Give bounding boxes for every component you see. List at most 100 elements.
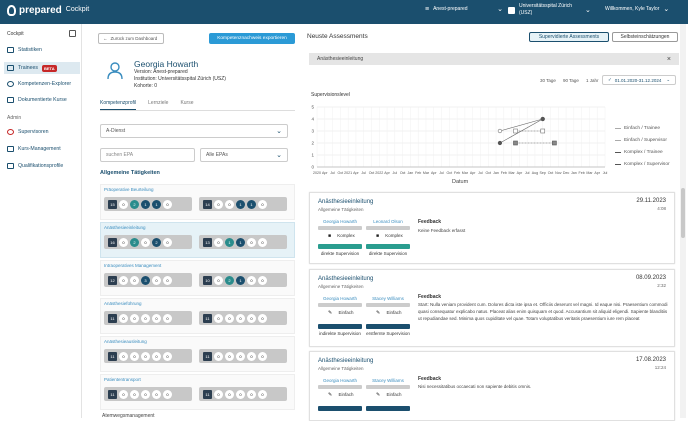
user-greeting: Willkommen, Kyle Taylor xyxy=(605,6,660,12)
data-point xyxy=(540,116,545,122)
range-1y[interactable]: 1 Jahr xyxy=(586,78,599,83)
collapse-sidebar-icon[interactable] xyxy=(69,30,76,37)
range-90[interactable]: 90 Tage xyxy=(563,78,579,83)
level-chip: 11 xyxy=(203,351,212,361)
epa-search-input[interactable]: suchen EPA xyxy=(100,148,195,162)
card-subtitle: Allgemeine Tätigkeiten xyxy=(318,366,364,371)
back-button[interactable]: ← Zurück zum Dashboard xyxy=(98,33,164,44)
sidebar-item-trainees[interactable]: Trainees BETA xyxy=(4,62,80,74)
legend-komplex-supervisor: Komplex / Supervisor xyxy=(615,162,670,167)
institution-selector[interactable]: Universitätsspital Zürich (USZ) ⌄ xyxy=(508,3,591,17)
sidebar-item-kurs-management[interactable]: Kurs-Management xyxy=(4,143,80,155)
epa-selected-field[interactable]: Anästhesieeinleitung × xyxy=(309,53,679,65)
level-bar xyxy=(366,324,410,329)
sidebar-item-label: Statistiken xyxy=(18,47,42,53)
level-chip: 0 xyxy=(163,313,172,323)
trainee-version: Version: Anest-prepared xyxy=(134,69,188,75)
level-chip: 2 xyxy=(152,237,161,247)
sidebar-item-label: Dokumentierte Kurse xyxy=(18,97,67,103)
skill-row[interactable]: Anästhesieausleitung 11 0 0 0 0 0 11 0 0 0 0 0 xyxy=(100,336,295,372)
feedback-title: Feedback xyxy=(418,219,442,225)
sidebar: Cockpit Statistiken Trainees BETA Kompet… xyxy=(0,24,82,418)
sidebar-item-qualifikationsprofile[interactable]: Qualifikationsprofile xyxy=(4,160,80,172)
tab-kompetenzprofil[interactable]: Kompetenzprofil xyxy=(100,100,137,110)
level-chip: 1 xyxy=(152,199,161,209)
scrollbar-thumb[interactable] xyxy=(681,188,685,238)
series-line xyxy=(499,118,543,132)
sidebar-item-kompetenzen[interactable]: Kompetenzen-Explorer xyxy=(4,78,80,90)
x-tick-label: Aug xyxy=(532,171,538,175)
tab-lernziele[interactable]: Lernziele xyxy=(148,100,168,110)
tab-kurse[interactable]: Kurse xyxy=(180,100,193,110)
x-tick-label: Mar xyxy=(423,171,430,175)
export-button[interactable]: Kompetenznachweis exportieren xyxy=(209,33,295,44)
level-chip: 15 xyxy=(108,199,117,209)
data-point xyxy=(540,128,546,134)
range-30[interactable]: 30 Tage xyxy=(540,78,556,83)
assessment-card[interactable]: Anästhesieeinleitung Allgemeine Tätigkeit… xyxy=(309,192,675,264)
y-tick-label: 5 xyxy=(311,105,314,110)
level-chip: 0 xyxy=(130,275,139,285)
skill-title: Intraoperatives Management xyxy=(104,263,162,268)
logo-icon xyxy=(7,5,16,16)
y-tick-label: 3 xyxy=(311,129,314,134)
trainee-kohorte: Kohorte: 0 xyxy=(134,83,158,89)
legend-komplex-trainee: Komplex / Trainee xyxy=(615,150,663,155)
chart-icon xyxy=(7,47,14,53)
date-range-button[interactable]: ✓ 01.01.2020-31.12.2024 ⌄ xyxy=(602,75,676,85)
x-tick-label: Jan xyxy=(571,171,577,175)
level-chip: 0 xyxy=(119,237,128,247)
beta-badge: BETA xyxy=(42,64,57,72)
y-tick-label: 4 xyxy=(311,117,314,122)
y-tick-label: 2 xyxy=(311,141,314,146)
x-tick-label: Jul xyxy=(439,171,444,175)
user-menu[interactable]: Willkommen, Kyle Taylor ⌄ xyxy=(605,5,669,13)
sidebar-item-statistiken[interactable]: Statistiken xyxy=(4,44,80,56)
skill-row[interactable]: Intraoperatives Management 12 0 0 3 0 0 10 0 2 1 0 0 xyxy=(100,260,295,296)
data-point xyxy=(513,140,518,146)
explorer-icon xyxy=(7,81,14,87)
card-time: 2:32 xyxy=(657,283,666,288)
tab-supervised[interactable]: Supervidierte Assessments xyxy=(529,32,609,42)
level-chip: 1 xyxy=(236,237,245,247)
level-chip: 1 xyxy=(225,237,234,247)
close-icon[interactable]: × xyxy=(667,56,671,63)
list-icon: ≡ xyxy=(425,5,430,13)
level-chip: 0 xyxy=(119,313,128,323)
card-time: 4:08 xyxy=(657,206,666,211)
skill-level-chips: 11 0 0 0 0 0 xyxy=(199,387,287,401)
level-bar xyxy=(366,244,410,249)
level-chip: 1 xyxy=(141,199,150,209)
assessment-card[interactable]: Anästhesieeinleitung Allgemeine Tätigkeit… xyxy=(309,351,675,421)
level-chip: 0 xyxy=(225,313,234,323)
level-chip: 10 xyxy=(203,275,212,285)
level-chip: 0 xyxy=(258,351,267,361)
skill-row[interactable]: Anästhesieführung 11 0 0 0 0 0 11 0 0 0 0 0 xyxy=(100,298,295,334)
skill-row[interactable]: Präoperative Beurteilung 15 0 2 1 1 0 14 0 0 1 1 0 xyxy=(100,184,295,220)
level-chip: 12 xyxy=(108,275,117,285)
course-selector[interactable]: ≡ Anest-prepared ⌄ xyxy=(425,5,503,14)
sidebar-item-supervisoren[interactable]: Supervisoren xyxy=(4,126,80,138)
assessment-card[interactable]: Anästhesieeinleitung Allgemeine Tätigkeit… xyxy=(309,269,675,347)
tab-self[interactable]: Selbsteinschätzungen xyxy=(612,32,678,42)
next-section-title: Atemwegsmanagement xyxy=(102,413,155,419)
gray-bar xyxy=(318,385,362,389)
epa-filter-select[interactable]: Alle EPAs ⌄ xyxy=(200,148,288,162)
case-label: Einfach xyxy=(338,392,354,397)
dienst-select[interactable]: A-Dienst ⌄ xyxy=(100,124,288,138)
level-chip: 0 xyxy=(258,275,267,285)
level-chip: 0 xyxy=(225,351,234,361)
skill-row[interactable]: Patiententransport 11 0 0 0 0 0 11 0 0 0 0 0 xyxy=(100,374,295,410)
skill-title: Anästhesieausleitung xyxy=(104,339,147,344)
x-tick-label: Apr xyxy=(431,171,437,175)
sidebar-item-kurse[interactable]: Dokumentierte Kurse xyxy=(4,94,80,106)
data-point xyxy=(497,128,503,134)
level-chip: 0 xyxy=(258,313,267,323)
x-tick-label: Mar xyxy=(508,171,515,175)
skill-row[interactable]: Anästhesieeinleitung 16 0 2 0 2 0 13 0 1 1 0 0 xyxy=(100,222,295,258)
case-label: Einfach xyxy=(386,310,402,315)
epa-filter-value: Alle EPAs xyxy=(206,152,228,158)
level-chip: 2 xyxy=(225,275,234,285)
level-chip: 0 xyxy=(247,389,256,399)
app-logo[interactable]: prepared Cockpit xyxy=(7,5,89,16)
